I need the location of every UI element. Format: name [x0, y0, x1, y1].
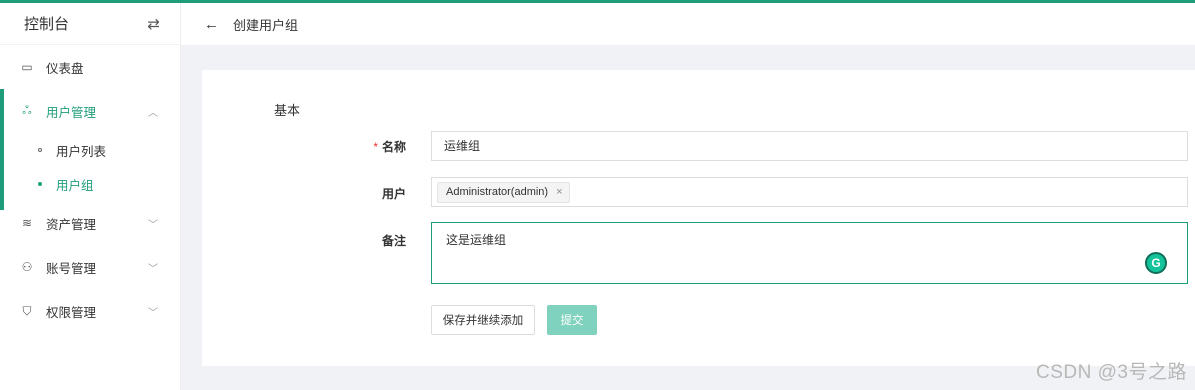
- remark-label: 备注: [381, 234, 406, 248]
- user-tag: Administrator(admin) ×: [437, 181, 570, 203]
- user-tag-label: Administrator(admin): [446, 186, 549, 198]
- collapse-toggle-icon[interactable]: ⇄: [147, 15, 160, 33]
- chevron-down-icon: ﹀: [148, 219, 158, 231]
- close-icon[interactable]: ×: [556, 186, 562, 198]
- chevron-down-icon: ﹀: [148, 307, 158, 319]
- sidebar-group-user-management: ஃ 用户管理 ︿ 用户列表 用户组: [0, 89, 180, 210]
- shield-icon: ⛉: [22, 303, 32, 318]
- sidebar-subitem-label: 用户列表: [56, 144, 107, 159]
- bullet-icon: [38, 182, 42, 186]
- user-select[interactable]: Administrator(admin) ×: [431, 177, 1188, 207]
- save-and-continue-button[interactable]: 保存并继续添加: [431, 305, 535, 335]
- sidebar-item-user-management[interactable]: ஃ 用户管理 ︿: [0, 89, 180, 133]
- watermark: CSDN @3号之路: [1036, 362, 1187, 383]
- sidebar-title: 控制台: [24, 16, 70, 33]
- name-label-text: 名称: [381, 140, 406, 154]
- form-card: 基本 * 名称 运维组 用户 Administrator(admin) × 备注 …: [202, 70, 1195, 366]
- sidebar-subitem-user-list[interactable]: 用户列表: [0, 133, 180, 167]
- chevron-up-icon: ︿: [148, 107, 158, 119]
- sidebar: 控制台 ⇄ ▭ 仪表盘 ஃ 用户管理 ︿ 用户列表 用户组 ≋ 资产管理 ﹀ ⚇…: [0, 3, 181, 390]
- sidebar-item-label: 权限管理: [46, 305, 97, 320]
- sidebar-item-dashboard[interactable]: ▭ 仪表盘: [0, 45, 180, 89]
- sidebar-item-label: 资产管理: [46, 217, 97, 232]
- sidebar-item-permission-management[interactable]: ⛉ 权限管理 ﹀: [0, 289, 180, 333]
- name-input[interactable]: 运维组: [431, 131, 1188, 161]
- submit-button[interactable]: 提交: [547, 305, 597, 335]
- sidebar-item-label: 用户管理: [46, 105, 97, 120]
- sidebar-item-asset-management[interactable]: ≋ 资产管理 ﹀: [0, 201, 180, 245]
- remark-textarea[interactable]: 这是运维组 G: [431, 222, 1188, 284]
- dashboard-icon: ▭: [21, 60, 33, 74]
- name-label: * 名称: [352, 138, 406, 155]
- accounts-icon: ⚇: [21, 260, 33, 274]
- section-title: 基本: [274, 103, 301, 118]
- page-title: 创建用户组: [233, 17, 299, 33]
- assets-icon: ≋: [21, 216, 33, 230]
- sidebar-subitem-user-group[interactable]: 用户组: [0, 167, 180, 201]
- user-label: 用户: [381, 187, 406, 201]
- bullet-icon: [38, 148, 42, 152]
- users-icon: ஃ: [22, 103, 32, 117]
- remark-text: 这是运维组: [446, 233, 507, 247]
- sidebar-item-account-management[interactable]: ⚇ 账号管理 ﹀: [0, 245, 180, 289]
- page-header: ← 创建用户组: [181, 3, 1195, 45]
- sidebar-header: 控制台 ⇄: [0, 3, 180, 45]
- required-marker: *: [373, 140, 378, 154]
- sidebar-subitem-label: 用户组: [56, 178, 94, 193]
- sidebar-item-label: 账号管理: [46, 261, 97, 276]
- chevron-down-icon: ﹀: [148, 263, 158, 275]
- back-arrow-icon[interactable]: ←: [204, 16, 219, 33]
- sidebar-item-label: 仪表盘: [46, 61, 84, 76]
- grammarly-icon[interactable]: G: [1145, 252, 1167, 274]
